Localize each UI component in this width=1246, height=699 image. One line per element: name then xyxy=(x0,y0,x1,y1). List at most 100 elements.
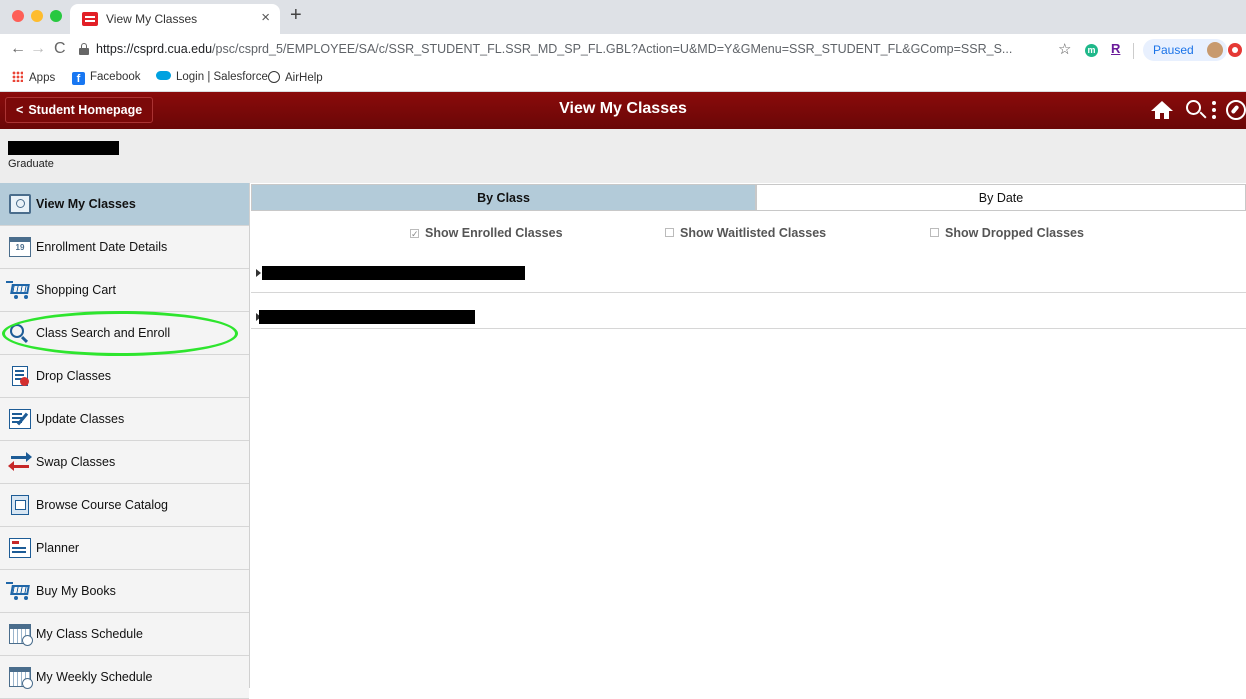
url-path: /psc/csprd_5/EMPLOYEE/SA/c/SSR_STUDENT_F… xyxy=(212,42,1013,56)
sidebar-item-class-search-and-enroll[interactable]: Class Search and Enroll xyxy=(0,312,249,355)
redacted-class-title xyxy=(262,266,525,280)
checkbox-unchecked-icon xyxy=(665,228,674,237)
sidebar-item-browse-course-catalog[interactable]: Browse Course Catalog xyxy=(0,484,249,527)
bookmark-apps[interactable]: Apps xyxy=(12,71,55,84)
sidebar: View My Classes 19 Enrollment Date Detai… xyxy=(0,183,250,699)
sidebar-item-label: Shopping Cart xyxy=(36,283,116,297)
browser-tab[interactable]: View My Classes × xyxy=(70,4,280,34)
filter-label: Show Waitlisted Classes xyxy=(680,226,827,240)
reload-icon[interactable]: C xyxy=(54,40,66,58)
swap-icon xyxy=(8,452,32,472)
drop-classes-icon xyxy=(12,366,29,386)
window-close-button[interactable] xyxy=(12,10,24,22)
lock-icon[interactable] xyxy=(79,43,89,55)
url-host: https://csprd.cua.edu xyxy=(96,42,213,56)
bookmark-label: AirHelp xyxy=(285,72,323,84)
bookmark-star-icon[interactable]: ☆ xyxy=(1058,40,1071,58)
back-label: Student Homepage xyxy=(28,103,143,117)
sidebar-item-my-class-schedule[interactable]: My Class Schedule xyxy=(0,613,249,656)
sidebar-item-label: Buy My Books xyxy=(36,584,116,598)
filter-label: Show Dropped Classes xyxy=(945,226,1084,240)
schedule-icon xyxy=(9,624,33,646)
show-dropped-checkbox[interactable]: Show Dropped Classes xyxy=(930,226,1084,240)
bookmark-label: Apps xyxy=(29,72,56,84)
new-tab-button[interactable]: + xyxy=(290,4,302,27)
address-bar[interactable]: https://csprd.cua.edu/psc/csprd_5/EMPLOY… xyxy=(96,42,1036,56)
navbar-compass-icon[interactable] xyxy=(1226,100,1246,120)
search-icon xyxy=(9,323,31,344)
sidebar-item-label: Planner xyxy=(36,541,80,555)
bookmark-facebook[interactable]: f Facebook xyxy=(72,71,141,85)
sidebar-item-planner[interactable]: Planner xyxy=(0,527,249,570)
sidebar-item-view-my-classes[interactable]: View My Classes xyxy=(0,183,249,226)
shopping-cart-icon xyxy=(6,280,32,300)
checkbox-checked-icon: ✓ xyxy=(410,229,419,239)
filter-label: Show Enrolled Classes xyxy=(425,226,563,240)
show-waitlisted-checkbox[interactable]: Show Waitlisted Classes xyxy=(665,226,826,240)
bookmark-airhelp[interactable]: AirHelp xyxy=(268,71,323,84)
site-favicon-icon xyxy=(82,12,98,26)
sidebar-item-update-classes[interactable]: Update Classes xyxy=(0,398,249,441)
avatar xyxy=(1207,42,1223,58)
toolbar-divider xyxy=(1133,43,1134,59)
bookmarks-bar: Apps f Facebook Login | Salesforce AirHel… xyxy=(0,66,1246,92)
forward-arrow-icon[interactable]: → xyxy=(30,40,46,58)
sidebar-item-label: Swap Classes xyxy=(36,455,116,469)
sidebar-item-label: Enrollment Date Details xyxy=(36,240,168,254)
student-info-band: Graduate xyxy=(0,129,1246,183)
page-title: View My Classes xyxy=(559,100,687,117)
bookmark-label: Login | Salesforce xyxy=(176,71,268,83)
sidebar-item-swap-classes[interactable]: Swap Classes xyxy=(0,441,249,484)
update-classes-icon xyxy=(9,409,31,429)
catalog-icon xyxy=(11,495,29,515)
browser-tab-strip: View My Classes × + xyxy=(0,0,1246,34)
back-arrow-icon[interactable]: ← xyxy=(10,40,26,58)
sidebar-item-label: Drop Classes xyxy=(36,369,112,383)
sidebar-item-my-weekly-schedule[interactable]: My Weekly Schedule xyxy=(0,656,249,699)
tab-by-date[interactable]: By Date xyxy=(756,184,1246,211)
sidebar-item-label: Class Search and Enroll xyxy=(36,326,171,340)
apps-grid-icon xyxy=(12,71,23,82)
bookmark-salesforce[interactable]: Login | Salesforce xyxy=(156,71,268,83)
expand-caret-icon[interactable] xyxy=(256,269,261,277)
shopping-cart-icon xyxy=(6,581,32,601)
browser-toolbar: ← → C https://csprd.cua.edu/psc/csprd_5/… xyxy=(0,34,1246,66)
window-zoom-button[interactable] xyxy=(50,10,62,22)
student-career: Graduate xyxy=(8,158,54,170)
extension-o-icon[interactable] xyxy=(1228,43,1242,57)
tab-title: View My Classes xyxy=(106,12,198,26)
tab-close-icon[interactable]: × xyxy=(261,9,270,26)
class-row[interactable] xyxy=(251,257,1246,293)
planner-icon xyxy=(9,538,31,558)
window-minimize-button[interactable] xyxy=(31,10,43,22)
facebook-icon: f xyxy=(72,72,85,85)
sidebar-item-buy-my-books[interactable]: Buy My Books xyxy=(0,570,249,613)
salesforce-icon xyxy=(156,71,171,80)
extension-m-icon[interactable]: m xyxy=(1085,44,1098,57)
chevron-left-icon: < xyxy=(16,103,24,117)
airhelp-icon xyxy=(268,71,280,83)
sidebar-item-enrollment-date-details[interactable]: 19 Enrollment Date Details xyxy=(0,226,249,269)
bookmark-label: Facebook xyxy=(90,71,141,83)
redacted-student-name xyxy=(8,141,119,155)
redacted-class-title xyxy=(259,310,475,324)
student-homepage-button[interactable]: < Student Homepage xyxy=(5,97,153,123)
sidebar-item-shopping-cart[interactable]: Shopping Cart xyxy=(0,269,249,312)
profile-status: Paused xyxy=(1153,43,1194,57)
extension-r-icon[interactable]: R xyxy=(1111,41,1120,56)
profile-button[interactable]: Paused xyxy=(1143,39,1227,61)
more-options-icon[interactable] xyxy=(1212,99,1218,121)
view-tabs: By Class By Date xyxy=(251,184,1246,211)
search-icon[interactable] xyxy=(1185,99,1207,121)
sidebar-item-label: My Weekly Schedule xyxy=(36,670,153,684)
app-header: < Student Homepage View My Classes xyxy=(0,92,1246,129)
schedule-icon xyxy=(9,667,33,689)
view-classes-icon xyxy=(9,194,31,214)
class-row[interactable] xyxy=(251,293,1246,329)
sidebar-item-label: My Class Schedule xyxy=(36,627,143,641)
tab-by-class[interactable]: By Class xyxy=(251,184,756,211)
sidebar-item-drop-classes[interactable]: Drop Classes xyxy=(0,355,249,398)
show-enrolled-checkbox[interactable]: ✓ Show Enrolled Classes xyxy=(410,226,563,240)
class-filters: ✓ Show Enrolled Classes Show Waitlisted C… xyxy=(251,226,1246,244)
home-icon[interactable] xyxy=(1151,99,1173,121)
